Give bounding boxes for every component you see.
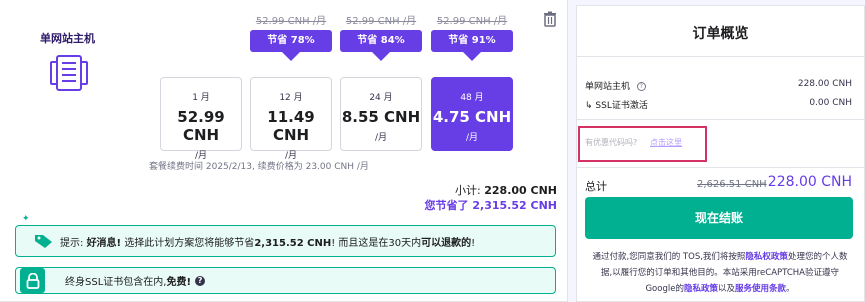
old-price-24: 52.99 CNH /月 [345,16,417,27]
savings-value: 2,315.52 CNH [472,199,557,212]
savings: 您节省了 2,315.52 CNH [425,197,557,213]
coupon-question: 有优惠代码吗? [585,138,638,147]
line-ssl-label: ↳ SSL证书激活 [585,101,648,111]
help-icon[interactable]: ? [195,275,206,286]
total-label: 总计 [585,180,607,193]
tip-text-2: ! 而且这是在30天内 [331,237,422,249]
period-price: 4.75 CNH [432,108,512,126]
line-hosting-label: 单网站主机 [585,82,631,92]
period-option-1[interactable]: 1 月 52.99 CNH /月 [160,77,242,161]
product-card: 单网站主机 52.99 CNH /月 52.99 CNH /月 52.99 CN… [0,0,568,302]
privacy-policy-link[interactable]: 隐私权政策 [745,252,788,262]
order-summary: 订单概览 单网站主机 ? 228.00 CNH ↳ SSL证书激活 0.00 C… [576,5,865,302]
savings-tip: 提示: 好消息! 选择此计划方案您将能够节省2,315.52 CNH! 而且这是… [15,225,556,257]
tip-amount: 2,315.52 CNH [254,237,332,249]
tip-refund: 可以退款的 [421,237,472,249]
period-months: 1 月 [192,93,210,103]
promo-badge-12: 节省 78% [250,30,332,61]
info-icon[interactable]: ? [636,82,646,91]
period-price: 11.49 CNH [267,108,315,144]
tag-icon [34,233,54,249]
period-option-12[interactable]: 12 月 11.49 CNH /月 [250,77,332,161]
line-hosting-value: 228.00 CNH [797,79,852,89]
period-unit: /月 [374,133,388,143]
checkout-button[interactable]: 现在结账 [585,197,853,239]
terms-link[interactable]: 服务使用条款 [735,284,786,294]
summary-title: 订单概览 [692,26,749,42]
product-title: 单网站主机 [40,32,95,45]
legal-text: 通过付款,您同意我们的 TOS,我们将按照隐私权政策处理您的个人数据,以履行您的… [587,249,853,297]
server-icon [48,52,90,94]
ssl-free: 免费! [166,277,192,288]
coupon-link[interactable]: 点击这里 [650,137,682,148]
promo-badge-24: 节省 84% [340,30,422,61]
savings-label: 您节省了 [424,199,469,212]
lock-icon [20,268,45,293]
legal-part-3: 以及 [717,284,735,294]
period-price: 8.55 CNH [341,108,421,126]
period-months: 48 月 [460,93,484,103]
total-price: 228.00 CNH [767,174,852,190]
tip-text-1: 选择此计划方案您将能够节省 [124,237,255,249]
sparkle-icon: ✦ [22,214,30,224]
period-option-48[interactable]: 48 月 4.75 CNH /月 [431,77,513,151]
subtotal: 小计: 228.00 CNH [455,182,557,198]
subtotal-value: 228.00 CNH [484,184,557,197]
ssl-included: 终身SSL证书包含在内, 免费! ? [15,267,556,294]
period-unit: /月 [465,133,479,143]
legal-part-1: 通过付款,您同意我们的 TOS,我们将按照 [592,252,746,262]
legal-part-4: 。 [786,284,795,294]
old-price-12: 52.99 CNH /月 [255,16,327,27]
divider [577,119,864,120]
summary-line-ssl: ↳ SSL证书激活 0.00 CNH [585,98,852,111]
checkout-page: 单网站主机 52.99 CNH /月 52.99 CNH /月 52.99 CN… [0,0,865,302]
tip-end: ! [471,237,476,249]
divider [577,56,864,57]
subtotal-label: 小计: [455,184,481,197]
period-price: 52.99 CNH [177,108,225,144]
promo-badge-48: 节省 91% [431,30,513,61]
divider [577,167,864,168]
tip-good-news: 好消息! [86,237,122,249]
ssl-text: 终身SSL证书包含在内, [65,277,167,288]
period-months: 24 月 [369,93,393,103]
period-months: 12 月 [279,93,303,103]
period-option-24[interactable]: 24 月 8.55 CNH /月 [340,77,422,151]
old-price-48: 52.99 CNH /月 [436,16,508,27]
tip-text: 提示: 好消息! 选择此计划方案您将能够节省2,315.52 CNH! 而且这是… [60,234,475,249]
trash-icon[interactable] [543,11,557,27]
tip-prefix: 提示: [60,237,84,249]
google-privacy-link[interactable]: 隐私政策 [684,284,718,294]
line-ssl-value: 0.00 CNH [809,98,852,108]
renewal-note: 套餐续费时间 2025/2/13, 续费价格为 23.00 CNH /月 [149,162,369,172]
summary-line-hosting: 单网站主机 ? 228.00 CNH [585,79,852,92]
total-old-price: 2,626.51 CNH [697,179,767,190]
line-hosting-name: 单网站主机 ? [585,79,646,92]
